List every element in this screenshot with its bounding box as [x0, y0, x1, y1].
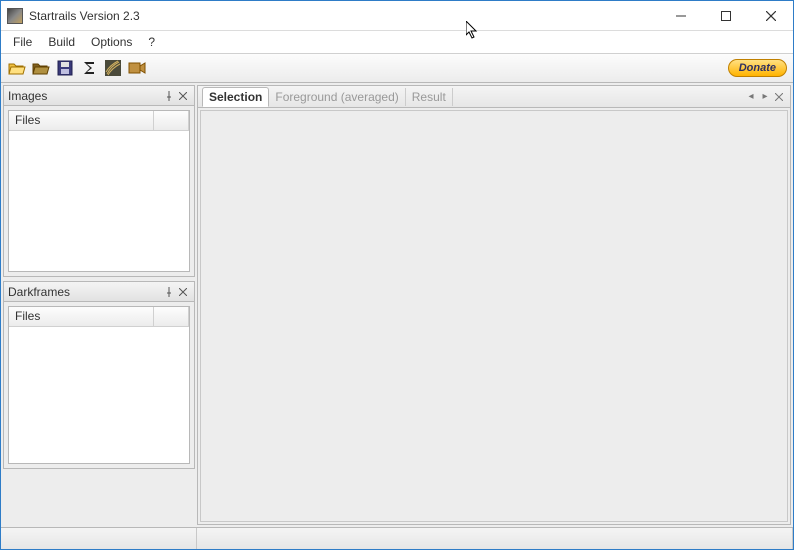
- close-button[interactable]: [748, 1, 793, 30]
- pushpin-icon: [164, 287, 174, 297]
- panel-close-button[interactable]: [176, 89, 190, 103]
- open-folder-icon: [8, 60, 26, 76]
- average-button[interactable]: [79, 58, 99, 78]
- darkframes-file-list: Files: [8, 306, 190, 464]
- startrails-button[interactable]: [103, 58, 123, 78]
- menu-help[interactable]: ?: [140, 33, 163, 51]
- status-right: [197, 528, 793, 549]
- tab-selection[interactable]: Selection: [202, 87, 269, 107]
- images-panel-title: Images: [8, 89, 162, 103]
- pin-icon[interactable]: [162, 89, 176, 103]
- startrails-icon: [105, 60, 121, 76]
- tab-result[interactable]: Result: [406, 88, 453, 106]
- images-list-body[interactable]: [9, 131, 189, 271]
- video-icon: [128, 60, 146, 76]
- tabstrip: Selection Foreground (averaged) Result ◂…: [198, 86, 790, 108]
- content-pane[interactable]: [200, 110, 788, 522]
- tab-close-button[interactable]: [772, 90, 786, 104]
- darkframes-panel-header: Darkframes: [4, 282, 194, 302]
- minimize-button[interactable]: [658, 1, 703, 30]
- maximize-button[interactable]: [703, 1, 748, 30]
- menu-options[interactable]: Options: [83, 33, 140, 51]
- images-panel: Images Files: [3, 85, 195, 277]
- save-button[interactable]: [55, 58, 75, 78]
- images-files-column[interactable]: Files: [9, 111, 154, 130]
- content-panel: Selection Foreground (averaged) Result ◂…: [197, 85, 791, 525]
- darkframes-panel-title: Darkframes: [8, 285, 162, 299]
- app-icon: [7, 8, 23, 24]
- statusbar: [1, 527, 793, 549]
- menu-file[interactable]: File: [5, 33, 40, 51]
- minimize-icon: [676, 11, 686, 21]
- menubar: File Build Options ?: [1, 31, 793, 53]
- images-blank-column[interactable]: [154, 111, 189, 130]
- close-icon: [766, 11, 776, 21]
- left-column: Images Files: [1, 83, 197, 527]
- toolbar: Donate: [1, 53, 793, 83]
- close-icon: [179, 92, 187, 100]
- close-icon: [775, 93, 783, 101]
- open-dark-button[interactable]: [31, 58, 51, 78]
- open-images-button[interactable]: [7, 58, 27, 78]
- open-dark-icon: [32, 60, 50, 76]
- save-icon: [57, 60, 73, 76]
- tab-foreground[interactable]: Foreground (averaged): [269, 88, 405, 106]
- panel-close-button[interactable]: [176, 285, 190, 299]
- images-list-header: Files: [9, 111, 189, 131]
- sigma-icon: [81, 60, 97, 76]
- app-window: Startrails Version 2.3 File Build Option…: [0, 0, 794, 550]
- titlebar: Startrails Version 2.3: [1, 1, 793, 31]
- right-column: Selection Foreground (averaged) Result ◂…: [197, 85, 791, 525]
- status-left: [1, 528, 197, 549]
- darkframes-files-column[interactable]: Files: [9, 307, 154, 326]
- close-icon: [179, 288, 187, 296]
- darkframes-list-header: Files: [9, 307, 189, 327]
- tab-prev-button[interactable]: ◂: [744, 90, 758, 104]
- maximize-icon: [721, 11, 731, 21]
- images-file-list: Files: [8, 110, 190, 272]
- window-controls: [658, 1, 793, 30]
- darkframes-blank-column[interactable]: [154, 307, 189, 326]
- darkframes-list-body[interactable]: [9, 327, 189, 463]
- window-title: Startrails Version 2.3: [29, 9, 140, 23]
- pushpin-icon: [164, 91, 174, 101]
- main-area: Images Files: [1, 83, 793, 527]
- tab-next-button[interactable]: ▸: [758, 90, 772, 104]
- pin-icon[interactable]: [162, 285, 176, 299]
- darkframes-panel: Darkframes Files: [3, 281, 195, 469]
- donate-button[interactable]: Donate: [728, 59, 787, 77]
- menu-build[interactable]: Build: [40, 33, 83, 51]
- images-panel-header: Images: [4, 86, 194, 106]
- video-button[interactable]: [127, 58, 147, 78]
